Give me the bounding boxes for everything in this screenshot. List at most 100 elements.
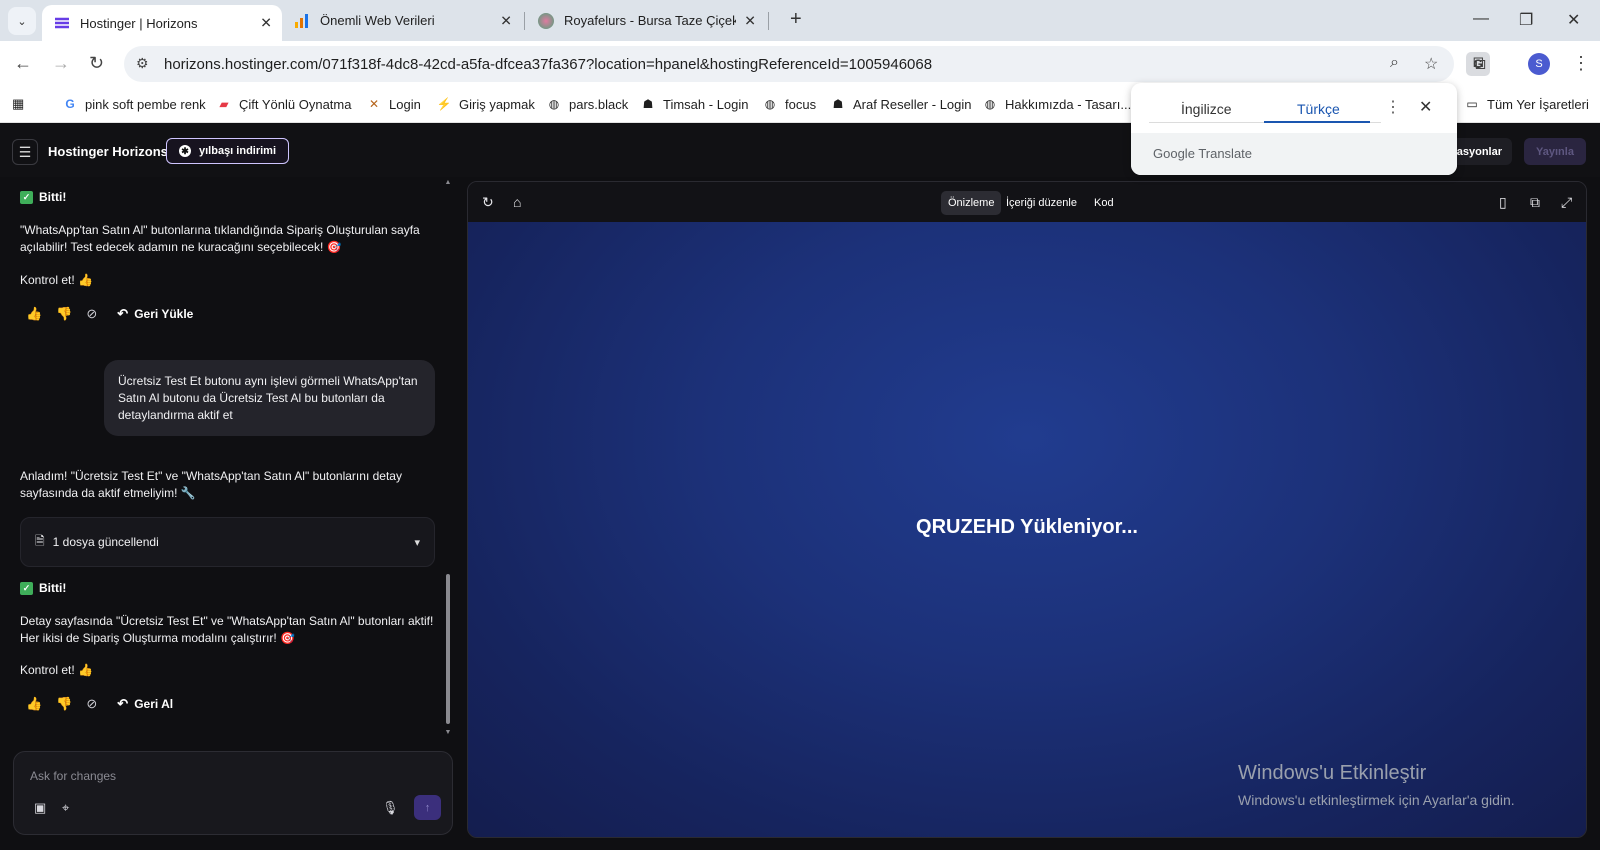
tab-web-vitals[interactable]: Önemli Web Verileri ✕ xyxy=(282,0,522,41)
url-text[interactable]: horizons.hostinger.com/071f318f-4dc8-42c… xyxy=(164,56,932,73)
thumbs-up-icon[interactable]: 👍 xyxy=(26,306,42,322)
bookmark-star-icon[interactable]: ☆ xyxy=(1424,54,1438,74)
scroll-down-icon[interactable]: ▼ xyxy=(444,729,452,736)
bookmark-label: pars.black xyxy=(569,96,629,112)
bookmark-label: Timsah - Login xyxy=(663,96,749,112)
compass-icon[interactable]: ⊘ xyxy=(86,696,97,712)
arrow-up-icon: ↑ xyxy=(424,801,431,814)
hamburger-menu-icon[interactable]: ☰ xyxy=(12,139,38,165)
hostinger-logo-icon xyxy=(55,17,69,29)
user-message: Ücretsiz Test Et butonu aynı işlevi görm… xyxy=(104,360,435,436)
publish-button[interactable]: Yayınla xyxy=(1524,138,1586,165)
done-label: Bitti! xyxy=(39,190,67,204)
reload-icon[interactable]: ↻ xyxy=(89,53,104,74)
tab-label: Önizleme xyxy=(948,197,995,209)
bookmark-item[interactable]: G pink soft pembe renk xyxy=(62,96,205,112)
tab-hostinger-horizons[interactable]: Hostinger | Horizons ✕ xyxy=(42,5,282,41)
files-updated-label: 1 dosya güncellendi xyxy=(52,535,159,549)
brand-google: Google xyxy=(1153,146,1195,161)
close-icon[interactable]: ✕ xyxy=(260,15,272,32)
close-icon[interactable]: ✕ xyxy=(744,12,756,29)
tab-search-button[interactable]: ⌄ xyxy=(8,7,36,35)
element-select-icon[interactable]: ⌖ xyxy=(62,800,69,816)
extensions-icon[interactable]: ⧉ xyxy=(1473,53,1486,74)
apps-grid-icon[interactable]: ▦ xyxy=(12,96,24,112)
bookmark-label: focus xyxy=(785,96,817,112)
thumbs-down-icon[interactable]: 👎 xyxy=(56,696,72,712)
tab-title: Önemli Web Verileri xyxy=(320,13,435,28)
files-updated-card[interactable]: 🗎 1 dosya güncellendi ▾ xyxy=(20,517,435,567)
chevron-down-icon[interactable]: ▾ xyxy=(414,536,420,549)
home-icon[interactable]: ⌂ xyxy=(513,194,521,210)
address-bar[interactable]: ⚙ horizons.hostinger.com/071f318f-4dc8-4… xyxy=(124,46,1490,82)
more-menu-icon[interactable]: ⋮ xyxy=(1572,53,1590,74)
message-line: Ücretsiz Test Et butonu aynı işlevi görm… xyxy=(118,374,418,388)
windows-activation-title: Windows'u Etkinleştir xyxy=(1238,762,1427,784)
close-icon[interactable]: ✕ xyxy=(500,12,512,29)
microphone-icon[interactable]: 🎙 xyxy=(382,800,399,816)
bookmark-item[interactable]: ◍ focus xyxy=(762,96,816,112)
preview-toolbar: ↻ ⌂ Önizleme İçeriği düzenle Kod ▯ ⧉ ⤢ xyxy=(468,182,1586,222)
close-window-icon[interactable]: ✕ xyxy=(1567,10,1580,30)
message-line: detaylandırma aktif et xyxy=(118,408,233,422)
tab-preview[interactable]: Önizleme xyxy=(941,191,1002,215)
assistant-message-check: Kontrol et! 👍 xyxy=(20,273,93,287)
brand-translate: Translate xyxy=(1198,146,1253,161)
refresh-icon[interactable]: ↻ xyxy=(482,194,494,211)
restore-window-icon[interactable]: ❐ xyxy=(1519,10,1533,30)
site-info-icon[interactable]: ⚙ xyxy=(136,55,149,72)
open-external-icon[interactable]: ⧉ xyxy=(1530,194,1540,211)
scrollbar-thumb[interactable] xyxy=(446,574,450,724)
restore-label: Geri Yükle xyxy=(134,307,194,321)
new-tab-icon[interactable]: + xyxy=(790,8,802,31)
browser-toolbar: ← → ↻ ⚙ horizons.hostinger.com/071f318f-… xyxy=(0,41,1600,88)
source-language-tab[interactable]: İngilizce xyxy=(1181,101,1232,117)
active-tab-underline xyxy=(1264,121,1370,123)
scroll-up-icon[interactable]: ▲ xyxy=(444,179,452,186)
bookmark-item[interactable]: ▰ Çift Yönlü Oynatma xyxy=(216,96,351,112)
zoom-icon[interactable]: ⌕ xyxy=(1390,54,1399,72)
bookmark-item[interactable]: ☗ Timsah - Login xyxy=(640,96,749,112)
undo-icon: ↶ xyxy=(117,696,129,711)
more-options-icon[interactable]: ⋮ xyxy=(1385,97,1401,117)
brand-name: Hostinger Horizons xyxy=(48,144,168,159)
thumbs-up-icon[interactable]: 👍 xyxy=(26,696,42,712)
bookmark-label: Çift Yönlü Oynatma xyxy=(239,96,352,112)
tab-royafelurs[interactable]: Royafelurs - Bursa Taze Çiçek & ✕ xyxy=(526,0,766,41)
bookmark-label: Hakkımızda - Tasarı... xyxy=(1005,96,1132,112)
close-icon[interactable]: ✕ xyxy=(1419,97,1432,117)
promo-button[interactable]: ✱ yılbaşı indirimi xyxy=(166,138,290,164)
checkmark-icon: ✓ xyxy=(20,190,33,204)
profile-avatar[interactable]: S xyxy=(1528,53,1550,75)
bookmark-item[interactable]: ⚡ Giriş yapmak xyxy=(436,96,535,112)
message-actions: 👍 👎 ⊘ ↶ Geri Al xyxy=(26,694,173,714)
preview-stage: QRUZEHD Yükleniyor... Windows'u Etkinleş… xyxy=(468,222,1586,837)
back-icon[interactable]: ← xyxy=(14,53,32,74)
mobile-view-icon[interactable]: ▯ xyxy=(1499,194,1507,211)
restore-button[interactable]: ↶ Geri Yükle xyxy=(117,306,193,322)
minimize-icon[interactable]: — xyxy=(1473,10,1489,28)
fullscreen-icon[interactable]: ⤢ xyxy=(1561,194,1572,211)
bookmark-label: Giriş yapmak xyxy=(459,96,535,112)
tab-edit-content[interactable]: İçeriği düzenle xyxy=(999,191,1084,215)
flag-icon: ▰ xyxy=(219,97,229,111)
send-button[interactable]: ↑ xyxy=(414,795,441,820)
compass-icon[interactable]: ⊘ xyxy=(86,306,97,322)
thumbs-down-icon[interactable]: 👎 xyxy=(56,306,72,322)
target-language-tab[interactable]: Türkçe xyxy=(1297,101,1340,117)
all-bookmarks[interactable]: ▭ Tüm Yer İşaretleri xyxy=(1464,96,1589,112)
done-heading: ✓ Bitti! xyxy=(20,581,66,595)
tab-separator xyxy=(768,12,769,30)
chat-composer: ▣ ⌖ 🎙 ↑ xyxy=(13,751,453,835)
forward-icon[interactable]: → xyxy=(52,53,70,74)
prompt-input[interactable] xyxy=(30,766,410,786)
bookmark-item[interactable]: ✕ Login xyxy=(366,96,421,112)
tab-code[interactable]: Kod xyxy=(1087,191,1121,215)
bookmark-item[interactable]: ◍ Hakkımızda - Tasarı... xyxy=(982,96,1131,112)
chat-scrollbar[interactable]: ▲ ▼ xyxy=(444,179,452,739)
image-upload-icon[interactable]: ▣ xyxy=(34,800,46,816)
bookmark-item[interactable]: ☗ Araf Reseller - Login xyxy=(830,96,972,112)
bookmark-item[interactable]: ◍ pars.black xyxy=(546,96,629,112)
undo-button[interactable]: ↶ Geri Al xyxy=(117,696,173,712)
publish-label: Yayınla xyxy=(1536,145,1574,158)
